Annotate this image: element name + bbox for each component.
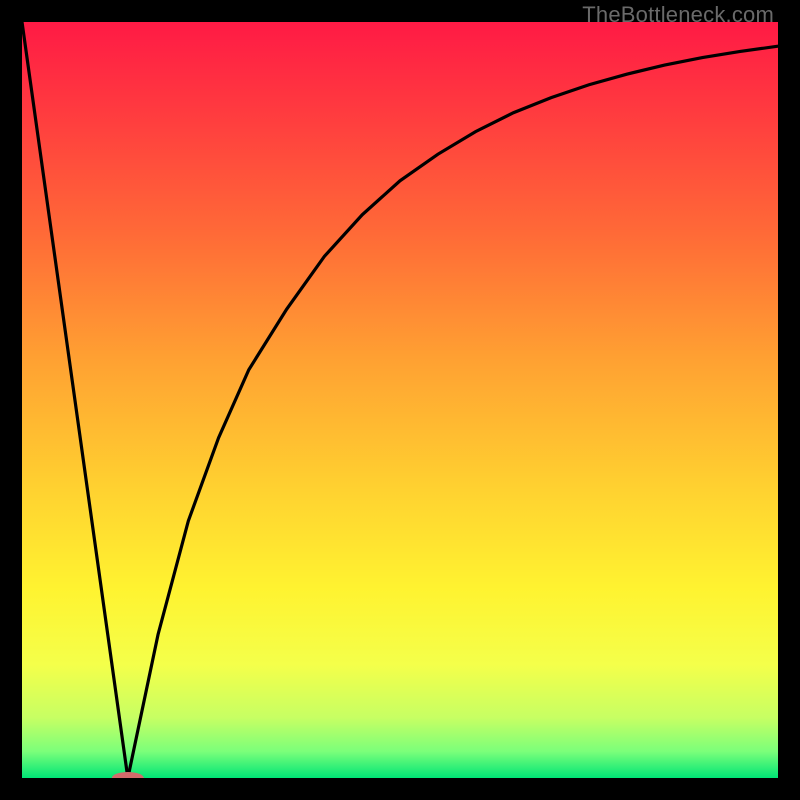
bottleneck-chart <box>22 22 778 778</box>
chart-frame <box>22 22 778 778</box>
gradient-fill <box>22 22 778 778</box>
